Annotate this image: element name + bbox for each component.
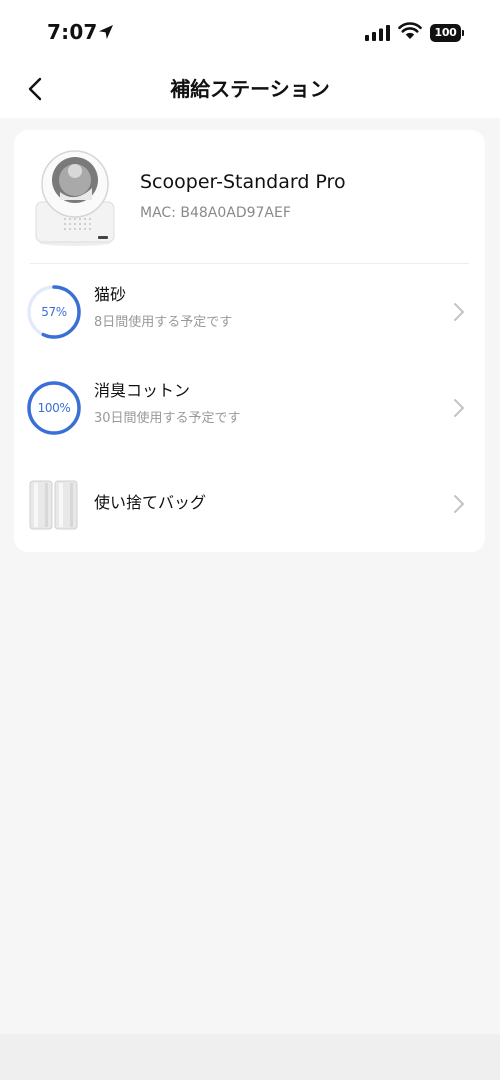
supply-name: 猫砂 — [94, 285, 127, 304]
location-arrow-icon — [99, 25, 113, 39]
wifi-icon — [398, 22, 422, 39]
chevron-right-icon — [454, 399, 464, 417]
chevron-right-icon — [454, 495, 464, 513]
percent-label: 100% — [37, 401, 71, 415]
page-title: 補給ステーション — [170, 77, 330, 101]
battery-icon: 100 — [430, 24, 464, 42]
supply-name: 使い捨てバッグ — [94, 493, 207, 512]
supply-item-disposable-bags[interactable]: 使い捨てバッグ — [14, 456, 485, 552]
disposable-bags-image — [29, 480, 78, 530]
percent-label: 57% — [41, 305, 67, 319]
bottom-bar — [0, 1034, 500, 1080]
supply-item-deodorizing-cotton[interactable]: 100% 消臭コットン 30日間使用する予定です — [14, 360, 485, 456]
navigation-bar: 補給ステーション — [0, 62, 500, 118]
device-name: Scooper-Standard Pro — [140, 171, 346, 193]
supplies-card: Scooper-Standard Pro MAC: B48A0AD97AEF 5… — [14, 130, 485, 552]
supply-estimate: 8日間使用する予定です — [94, 315, 233, 330]
device-info: Scooper-Standard Pro MAC: B48A0AD97AEF — [14, 130, 485, 264]
supply-name: 消臭コットン — [94, 381, 191, 400]
device-mac-address: MAC: B48A0AD97AEF — [140, 205, 291, 221]
supply-estimate: 30日間使用する予定です — [94, 411, 241, 426]
signal-icon — [365, 25, 390, 41]
litter-box-image — [35, 150, 115, 246]
chevron-right-icon — [454, 303, 464, 321]
status-bar: 7:07 100 — [0, 0, 500, 62]
battery-level: 100 — [430, 24, 461, 42]
battery-tip — [462, 30, 464, 36]
status-time: 7:07 — [47, 20, 98, 44]
supply-item-cat-litter[interactable]: 57% 猫砂 8日間使用する予定です — [14, 264, 485, 360]
